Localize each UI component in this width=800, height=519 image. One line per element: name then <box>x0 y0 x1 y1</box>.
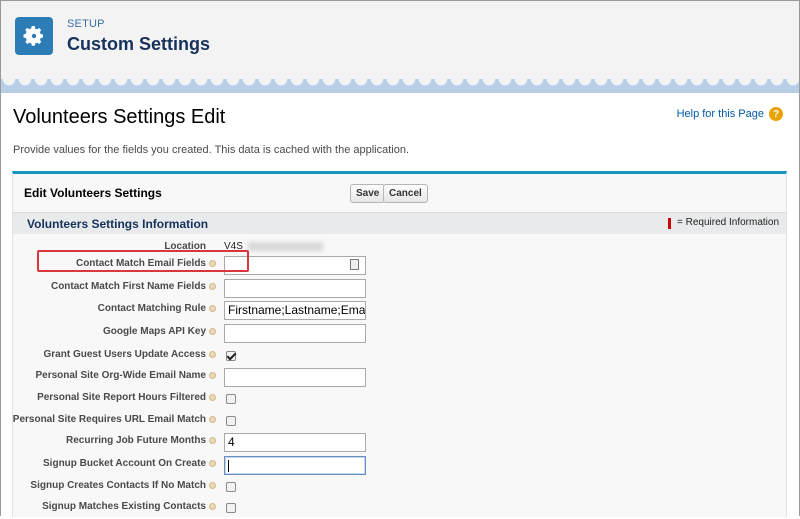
annotation-highlight-box <box>37 250 249 272</box>
personal-site-org-wide-email-label: Personal Site Org-Wide Email Name <box>35 370 206 381</box>
personal-site-requires-url-checkbox[interactable] <box>226 416 236 426</box>
info-icon[interactable] <box>209 460 216 467</box>
contact-match-first-name-label: Contact Match First Name Fields <box>50 281 206 292</box>
field-row-signup-bucket-account: Signup Bucket Account On Create <box>13 456 786 476</box>
save-button[interactable]: Save <box>350 184 386 203</box>
signup-matches-existing-label: Signup Matches Existing Contacts <box>42 501 206 512</box>
setup-header: SETUP Custom Settings <box>1 1 799 81</box>
field-row-personal-site-report-hours: Personal Site Report Hours Filtered <box>13 390 786 410</box>
recurring-job-future-months-field[interactable]: 4 <box>224 433 366 452</box>
help-link-label: Help for this Page <box>676 108 764 120</box>
signup-bucket-account-field[interactable] <box>224 456 366 475</box>
signup-bucket-account-label: Signup Bucket Account On Create <box>43 458 206 469</box>
info-icon[interactable] <box>209 351 216 358</box>
personal-site-report-hours-checkbox[interactable] <box>226 394 236 404</box>
contact-matching-rule-label: Contact Matching Rule <box>97 303 206 314</box>
contact-match-first-name-field[interactable] <box>224 279 366 298</box>
info-icon[interactable] <box>209 482 216 489</box>
signup-matches-existing-checkbox[interactable] <box>226 503 236 513</box>
header-eyebrow: SETUP <box>67 18 105 30</box>
location-redacted <box>248 242 323 251</box>
google-maps-api-key-label: Google Maps API Key <box>103 326 206 337</box>
info-icon[interactable] <box>209 283 216 290</box>
info-icon[interactable] <box>209 372 216 379</box>
lookup-icon[interactable] <box>350 259 359 270</box>
signup-creates-contacts-label: Signup Creates Contacts If No Match <box>30 480 206 491</box>
personal-site-org-wide-email-field[interactable] <box>224 368 366 387</box>
personal-site-requires-url-label: Personal Site Requires URL Email Match <box>12 414 206 425</box>
required-marker <box>668 218 671 229</box>
field-row-contact-matching-rule: Contact Matching Rule Firstname;Lastname… <box>13 301 786 321</box>
google-maps-api-key-field[interactable] <box>224 324 366 343</box>
field-row-recurring-job-future-months: Recurring Job Future Months 4 <box>13 433 786 453</box>
page-title: Volunteers Settings Edit <box>13 106 226 128</box>
grant-guest-users-label: Grant Guest Users Update Access <box>43 349 206 360</box>
grant-guest-users-checkbox[interactable] <box>226 351 236 361</box>
block-title: Edit Volunteers Settings <box>24 186 162 200</box>
info-icon[interactable] <box>209 437 216 444</box>
page-content: Volunteers Settings Edit Help for this P… <box>1 93 799 517</box>
edit-block: Edit Volunteers Settings Save Cancel Vol… <box>12 171 787 517</box>
info-icon[interactable] <box>209 503 216 510</box>
header-title: Custom Settings <box>67 34 211 54</box>
field-row-signup-creates-contacts: Signup Creates Contacts If No Match <box>13 478 786 498</box>
help-icon: ? <box>769 107 783 121</box>
info-icon[interactable] <box>209 305 216 312</box>
field-row-contact-match-first-name: Contact Match First Name Fields <box>13 279 786 299</box>
field-row-google-maps-api-key: Google Maps API Key <box>13 324 786 344</box>
text-caret <box>228 459 229 472</box>
contact-matching-rule-field[interactable]: Firstname;Lastname;Email <box>224 301 366 320</box>
recurring-job-future-months-label: Recurring Job Future Months <box>66 435 206 446</box>
info-icon[interactable] <box>209 394 216 401</box>
cancel-button[interactable]: Cancel <box>383 184 428 203</box>
field-row-signup-matches-existing: Signup Matches Existing Contacts <box>13 499 786 519</box>
section-title: Volunteers Settings Information <box>27 217 209 231</box>
field-row-personal-site-requires-url: Personal Site Requires URL Email Match <box>13 412 786 432</box>
page-description: Provide values for the fields you create… <box>13 144 410 156</box>
help-link[interactable]: Help for this Page ? <box>677 107 783 121</box>
required-legend: = Required Information <box>677 217 780 228</box>
field-row-personal-site-org-wide-email: Personal Site Org-Wide Email Name <box>13 368 786 388</box>
info-icon[interactable] <box>209 416 216 423</box>
info-icon[interactable] <box>209 328 216 335</box>
field-row-grant-guest-users: Grant Guest Users Update Access <box>13 347 786 367</box>
signup-creates-contacts-checkbox[interactable] <box>226 482 236 492</box>
gear-icon <box>15 17 53 55</box>
personal-site-report-hours-label: Personal Site Report Hours Filtered <box>37 392 206 403</box>
section-header: Volunteers Settings Information = Requir… <box>13 212 786 234</box>
